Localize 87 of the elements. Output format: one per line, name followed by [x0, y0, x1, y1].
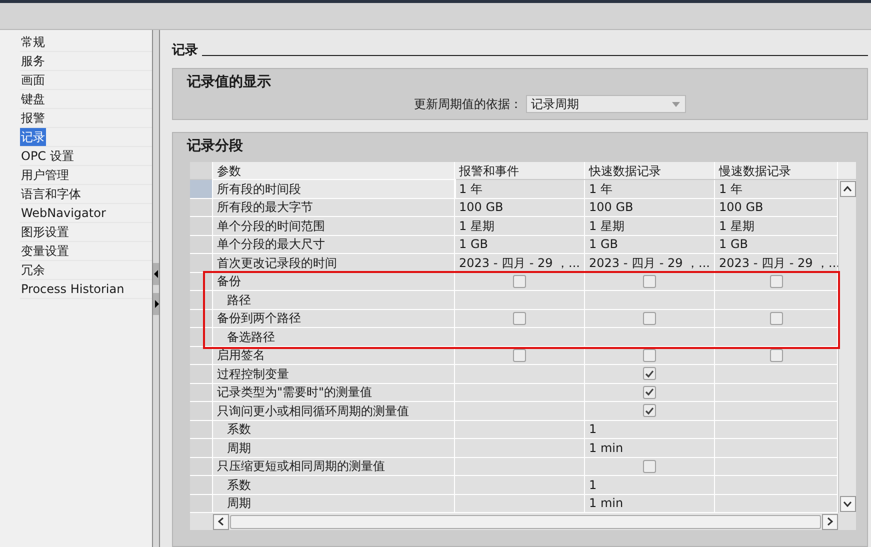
checkbox[interactable]	[770, 274, 782, 288]
checkmark-icon	[645, 388, 654, 396]
table-cell-text: 100 GB	[588, 199, 634, 216]
table-cell-text: 1 星期	[458, 218, 494, 235]
checkbox[interactable]	[643, 386, 656, 399]
sidebar-item[interactable]: WebNavigator	[20, 204, 107, 222]
horizontal-scrollbar[interactable]	[213, 513, 838, 530]
table-cell-text: 2023 - 四月 - 29 ，...	[588, 254, 710, 272]
parameter-label: 周期	[226, 495, 251, 512]
table-cell-text: 2023 - 四月 - 29 ，...	[458, 254, 580, 272]
checkbox[interactable]	[770, 348, 782, 362]
column-header[interactable]: 快速数据记录	[585, 162, 661, 180]
table-cell-text: 1 年	[458, 180, 482, 198]
scroll-right-icon[interactable]	[822, 514, 838, 530]
sidebar-item[interactable]: 图形设置	[20, 223, 70, 241]
parameter-label: 只压缩更短或相同周期的测量值	[216, 458, 385, 476]
scroll-down-icon[interactable]	[840, 496, 856, 512]
table-cell-text: 100 GB	[718, 199, 764, 216]
sidebar-item[interactable]: 变量设置	[20, 242, 70, 260]
sidebar-item[interactable]: 常规	[20, 33, 46, 51]
column-header[interactable]: 参数	[213, 162, 241, 180]
table-cell-text: 1 星期	[718, 218, 754, 235]
expand-right-icon[interactable]	[153, 292, 159, 314]
row-header[interactable]	[190, 291, 213, 308]
checkbox[interactable]	[643, 404, 656, 418]
table-cell-text: 100 GB	[458, 199, 504, 216]
table-cell-text: 1 min	[588, 495, 624, 512]
sidebar-item[interactable]: 画面	[20, 71, 46, 89]
vertical-scrollbar[interactable]	[838, 180, 856, 513]
dropdown[interactable]: 记录周期	[526, 95, 686, 113]
parameter-label: 首次更改记录段的时间	[216, 254, 337, 272]
table-cell-text: 1 星期	[588, 218, 624, 235]
checkbox[interactable]	[513, 274, 526, 288]
checkbox[interactable]	[643, 274, 656, 288]
section-title: 记录分段	[187, 137, 244, 156]
table-cell-text: 1 年	[588, 180, 612, 198]
sidebar-item[interactable]: 记录	[20, 128, 46, 146]
checkbox[interactable]	[770, 312, 782, 325]
scroll-left-icon[interactable]	[213, 514, 229, 530]
checkbox[interactable]	[513, 312, 526, 325]
sidebar-item[interactable]: Process Historian	[20, 280, 126, 298]
collapse-left-icon[interactable]	[153, 262, 159, 284]
field-label: 更新周期值的依据：	[414, 96, 522, 113]
parameter-label: 过程控制变量	[216, 366, 289, 383]
column-header[interactable]: 慢速数据记录	[715, 162, 791, 180]
parameter-label: 备份	[216, 273, 241, 290]
row-header[interactable]	[190, 328, 213, 346]
parameter-label: 单个分段的时间范围	[216, 218, 325, 235]
parameter-label: 所有段的时间段	[216, 180, 301, 198]
parameter-label: 只询问更小或相同循环周期的测量值	[216, 402, 409, 420]
checkmark-icon	[645, 406, 654, 415]
sidebar-item[interactable]: 语言和字体	[20, 185, 82, 203]
table-cell-text: 1	[588, 421, 597, 438]
table-cell-text: 1 GB	[718, 236, 748, 254]
sidebar-item[interactable]: 键盘	[20, 90, 46, 108]
parameter-label: 周期	[226, 440, 251, 457]
checkbox[interactable]	[643, 348, 656, 362]
table-cell-text: 1	[588, 476, 597, 494]
parameter-label: 记录类型为"需要时"的测量值	[216, 384, 372, 402]
page-title: 记录	[172, 42, 198, 60]
checkbox[interactable]	[643, 312, 656, 325]
parameter-label: 备份到两个路径	[216, 310, 301, 328]
sidebar-item[interactable]: 用户管理	[20, 166, 70, 184]
section-title: 记录值的显示	[187, 73, 272, 92]
parameter-label: 启用签名	[216, 347, 265, 364]
checkbox[interactable]	[643, 367, 656, 380]
parameter-label: 路径	[226, 292, 251, 309]
checkbox[interactable]	[513, 348, 526, 362]
parameter-label: 单个分段的最大尺寸	[216, 236, 325, 254]
dropdown-arrow-icon	[672, 102, 680, 106]
scroll-up-icon[interactable]	[840, 181, 856, 197]
table-cell-text: 1 min	[588, 440, 624, 457]
sidebar-item[interactable]: 服务	[20, 52, 46, 70]
checkmark-icon	[645, 370, 654, 378]
scroll-thumb[interactable]	[230, 514, 821, 528]
sidebar-item[interactable]: OPC 设置	[20, 147, 75, 165]
column-header[interactable]: 报警和事件	[455, 162, 519, 180]
parameter-label: 系数	[226, 421, 251, 438]
parameter-label: 所有段的最大字节	[216, 199, 313, 216]
parameter-label: 系数	[226, 476, 251, 494]
table-cell-text: 1 年	[718, 180, 742, 198]
parameter-label: 备选路径	[226, 328, 275, 346]
table-cell-text: 1 GB	[588, 236, 618, 254]
table-cell-text: 1 GB	[458, 236, 488, 254]
checkbox[interactable]	[643, 460, 656, 473]
sidebar-item[interactable]: 冗余	[20, 261, 46, 279]
sidebar-item[interactable]: 报警	[20, 109, 46, 127]
